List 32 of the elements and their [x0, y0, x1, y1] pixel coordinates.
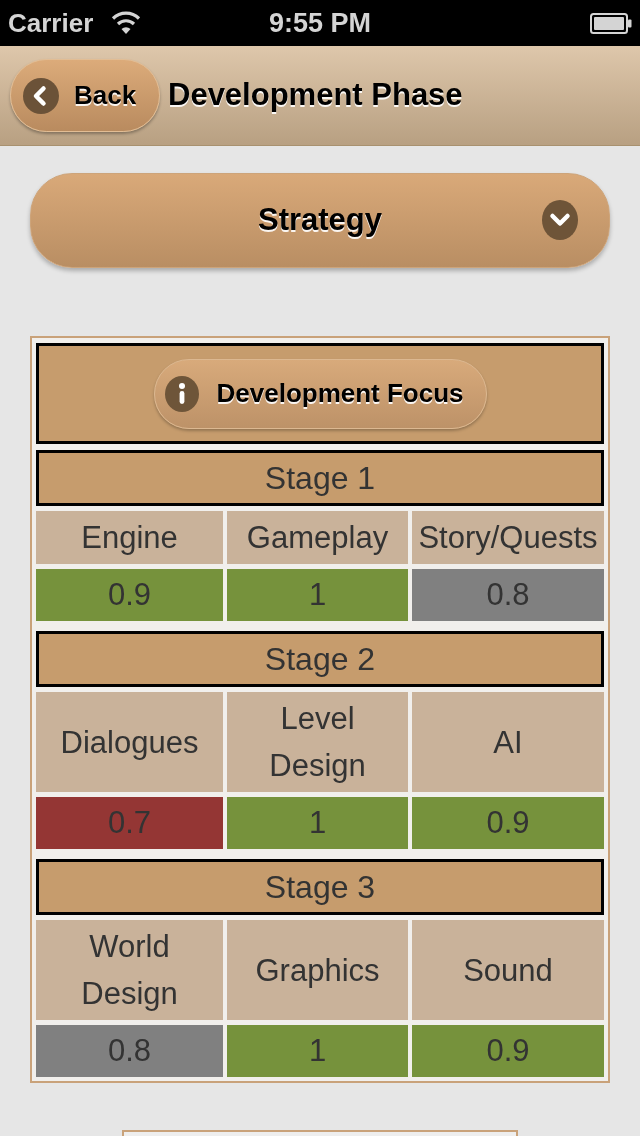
chevron-left-icon [23, 77, 59, 114]
strategy-dropdown[interactable]: Strategy [30, 173, 610, 268]
score-cell: 0.9 [412, 1025, 604, 1077]
wifi-icon [111, 11, 142, 35]
metric-label: Sound [412, 920, 604, 1020]
metric-label: Engine [36, 511, 223, 564]
score-cell: 0.7 [36, 797, 223, 849]
score-cell: 1 [227, 569, 408, 621]
score-cell: 0.9 [412, 797, 604, 849]
info-icon [164, 375, 199, 412]
carrier-name: Carrier [8, 10, 94, 36]
metric-label: Level Design [227, 692, 408, 792]
page-title: Development Phase [168, 76, 463, 115]
score-cell: 1 [227, 797, 408, 849]
metric-label: Dialogues [36, 692, 223, 792]
development-focus-button[interactable]: Development Focus [153, 358, 487, 429]
score-cell: 0.9 [36, 569, 223, 621]
metric-label: Gameplay [227, 511, 408, 564]
stage-title: Stage 2 [36, 631, 604, 687]
metric-label: World Design [36, 920, 223, 1020]
score-cell: 0.8 [412, 569, 604, 621]
score-cell: 0.8 [36, 1025, 223, 1077]
back-button[interactable]: Back [10, 59, 160, 132]
metric-label: AI [412, 692, 604, 792]
metric-label: Graphics [227, 920, 408, 1020]
chevron-down-icon [542, 200, 578, 240]
stage-title: Stage 1 [36, 450, 604, 506]
metric-label: Story/Quests [412, 511, 604, 564]
score-cell: 1 [227, 1025, 408, 1077]
battery-icon [590, 12, 632, 34]
clock-time: 9:55 PM [268, 9, 371, 37]
stage-title: Stage 3 [36, 859, 604, 915]
